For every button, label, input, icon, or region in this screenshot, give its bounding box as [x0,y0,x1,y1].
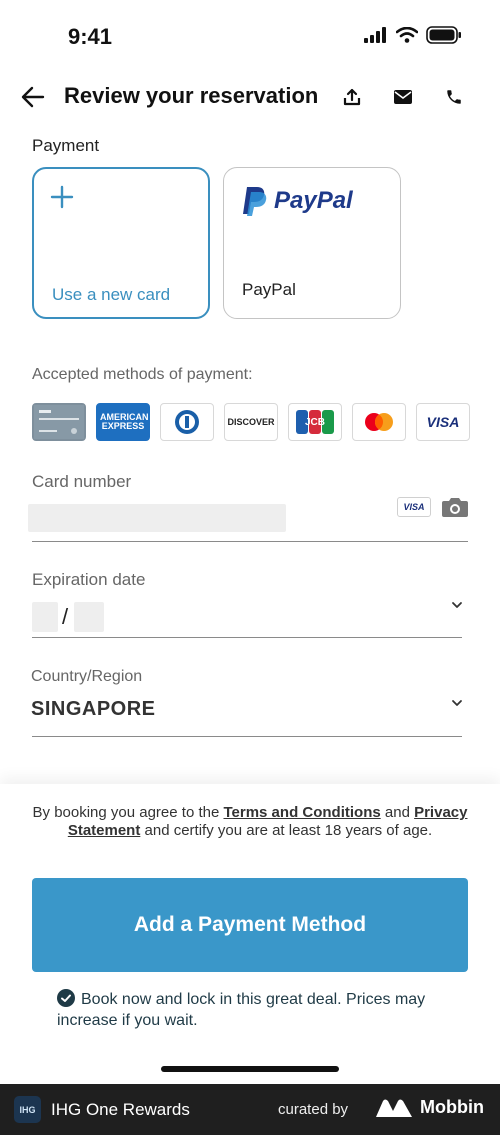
jcb-label: JCB [304,416,325,428]
diners-club-icon [160,403,214,441]
paypal-option[interactable]: PayPal PayPal [223,167,401,319]
payment-section-label: Payment [32,136,100,155]
card-number-input[interactable] [28,504,286,532]
visa-label: VISA [426,414,460,430]
card-number-field[interactable]: Card number VISA [28,472,469,544]
expiration-date-field[interactable]: Expiration date / [32,570,468,642]
terms-and-conditions-link[interactable]: Terms and Conditions [223,804,380,821]
terms-prefix: By booking you agree to the [32,804,224,821]
mobbin-wordmark: Mobbin [420,1097,484,1117]
generic-card-icon [32,403,86,441]
footer-app-name: IHG One Rewards [51,1100,190,1119]
call-button[interactable] [441,84,467,110]
signal-icon [364,27,386,43]
mastercard-icon [352,403,406,441]
status-bar: 9:41 [0,0,500,70]
amex-label: AMERICAN EXPRESS [100,412,149,431]
check-circle-icon [57,989,75,1007]
battery-icon [426,26,461,44]
expiration-year-input[interactable] [74,602,104,632]
jcb-icon: JCB [288,403,342,441]
visa-badge: VISA [397,497,431,517]
paypal-label: PayPal [242,280,296,299]
page-title: Review your reservation [64,83,319,108]
chevron-down-icon[interactable] [450,696,464,710]
chevron-down-icon[interactable] [450,598,464,612]
card-number-underline [32,541,468,542]
country-underline [32,736,462,737]
back-button[interactable] [18,82,48,112]
expiration-separator: / [62,604,69,629]
amex-icon: AMERICAN EXPRESS [96,403,150,441]
arrow-left-icon [21,86,45,108]
discover-label: DISCOVER [227,417,275,427]
status-time: 9:41 [68,24,113,49]
add-payment-method-button[interactable]: Add a Payment Method [32,878,468,972]
country-label: Country/Region [31,668,143,685]
app-header: Review your reservation [0,72,500,122]
country-region-field[interactable]: Country/Region SINGAPORE [31,668,467,740]
share-button[interactable] [339,84,365,110]
terms-middle: and [380,804,415,821]
plus-icon [50,185,74,209]
footer-bar: IHG IHG One Rewards curated by Mobbin [0,1084,500,1135]
booking-footer-sheet: By booking you agree to the Terms and Co… [0,784,500,1084]
paypal-logo: PayPal [242,186,353,216]
visa-icon: VISA [416,403,470,441]
card-number-label: Card number [32,472,132,491]
deal-text: Book now and lock in this great deal. Pr… [57,991,426,1029]
email-button[interactable] [390,84,416,110]
camera-icon[interactable] [441,496,469,518]
expiration-label: Expiration date [32,570,146,589]
paypal-p-icon [243,187,267,216]
ihg-app-logo: IHG [14,1096,41,1123]
expiration-underline [32,637,462,638]
share-icon [343,88,361,106]
new-card-label: Use a new card [52,285,171,304]
home-indicator [161,1066,339,1072]
mobbin-logo-icon [376,1099,412,1117]
wifi-icon [396,27,418,43]
use-new-card-option[interactable]: Use a new card [32,167,210,319]
accepted-methods-list: AMERICAN EXPRESS DISCOVER JCB VISA [32,403,470,441]
phone-icon [447,90,461,104]
paypal-wordmark: PayPal [274,187,353,214]
discover-icon: DISCOVER [224,403,278,441]
status-icons [364,26,462,44]
footer-curated-by: curated by [278,1101,349,1118]
accepted-methods-label: Accepted methods of payment: [32,366,253,383]
country-value: SINGAPORE [31,698,156,720]
expiration-month-input[interactable] [32,602,58,632]
terms-statement: By booking you agree to the Terms and Co… [30,804,470,840]
terms-suffix: and certify you are at least 18 years of… [140,822,433,839]
deal-notice: Book now and lock in this great deal. Pr… [57,989,457,1031]
mobbin-brand: Mobbin [376,1097,484,1118]
mail-icon [394,90,412,104]
